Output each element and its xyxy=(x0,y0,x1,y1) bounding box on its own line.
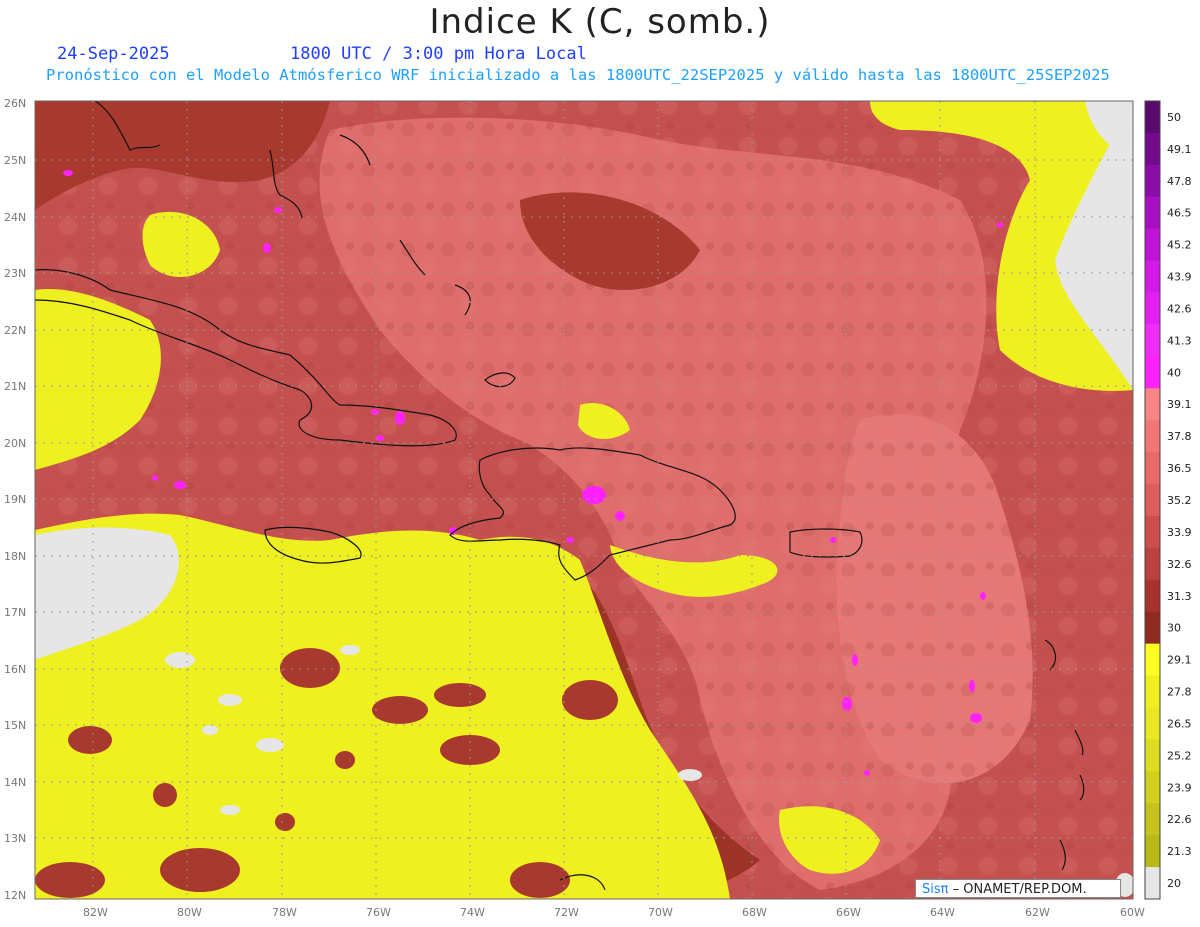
lon-label: 64W xyxy=(930,906,955,919)
colorbar-swatch xyxy=(1145,707,1160,740)
colorbar-swatch xyxy=(1145,292,1160,325)
colorbar-swatch xyxy=(1145,228,1160,262)
lon-label: 82W xyxy=(83,906,108,919)
colorbar-swatch xyxy=(1145,101,1160,134)
lon-label: 70W xyxy=(648,906,673,919)
latitude-labels: 26N 25N 24N 23N 22N 21N 20N 19N 18N 17N … xyxy=(4,97,26,902)
colorbar-swatch xyxy=(1145,835,1160,868)
colorbar-label: 49.1 xyxy=(1167,143,1192,156)
colorbar-label: 37.8 xyxy=(1167,430,1192,443)
colorbar-swatch xyxy=(1145,196,1160,230)
colorbar-label: 39.1 xyxy=(1167,398,1192,411)
colorbar-label: 42.6 xyxy=(1167,302,1192,315)
lat-label: 25N xyxy=(4,154,26,167)
lon-label: 76W xyxy=(366,906,391,919)
lat-label: 16N xyxy=(4,663,26,676)
colorbar-swatch xyxy=(1145,547,1160,581)
colorbar-label: 31.3 xyxy=(1167,590,1192,603)
lon-label: 72W xyxy=(554,906,579,919)
colorbar-label: 27.8 xyxy=(1167,686,1192,699)
lat-label: 13N xyxy=(4,832,26,845)
colorbar-label: 26.5 xyxy=(1167,717,1192,730)
colorbar-swatch xyxy=(1145,132,1160,166)
colorbar-label: 30 xyxy=(1167,622,1181,635)
colorbar: 50 49.1 47.8 46.5 45.2 43.9 42.6 41.3 40 39.1 37.8… xyxy=(1144,100,1192,900)
colorbar-swatch xyxy=(1145,675,1160,708)
lat-label: 23N xyxy=(4,267,26,280)
k-index-map: 26N 25N 24N 23N 22N 21N 20N 19N 18N 17N … xyxy=(4,97,1192,919)
colorbar-label: 36.5 xyxy=(1167,462,1192,475)
colorbar-swatch xyxy=(1145,611,1160,645)
colorbar-label: 40 xyxy=(1167,366,1181,379)
colorbar-swatch xyxy=(1145,643,1160,677)
lon-label: 74W xyxy=(460,906,485,919)
colorbar-label: 23.9 xyxy=(1167,781,1192,794)
colorbar-swatch xyxy=(1145,324,1160,357)
lat-label: 17N xyxy=(4,606,26,619)
lon-label: 62W xyxy=(1025,906,1050,919)
lat-label: 19N xyxy=(4,493,26,506)
colorbar-swatch xyxy=(1145,515,1160,549)
longitude-labels: 82W 80W 78W 76W 74W 72W 70W 68W 66W 64W … xyxy=(83,906,1145,919)
colorbar-label: 43.9 xyxy=(1167,271,1192,284)
lon-label: 80W xyxy=(177,906,202,919)
colorbar-label: 25.2 xyxy=(1167,749,1192,762)
lon-label: 66W xyxy=(836,906,861,919)
colorbar-label: 35.2 xyxy=(1167,494,1192,507)
colorbar-swatch xyxy=(1145,771,1160,804)
lon-label: 68W xyxy=(742,906,767,919)
colorbar-label: 32.6 xyxy=(1167,558,1192,571)
colorbar-label: 47.8 xyxy=(1167,175,1192,188)
colorbar-label: 45.2 xyxy=(1167,239,1192,252)
colorbar-label: 50 xyxy=(1167,111,1181,124)
colorbar-label: 41.3 xyxy=(1167,334,1192,347)
lat-label: 15N xyxy=(4,719,26,732)
colorbar-swatch xyxy=(1145,388,1160,421)
colorbar-swatch xyxy=(1145,484,1160,517)
lat-label: 21N xyxy=(4,380,26,393)
colorbar-label: 29.1 xyxy=(1167,654,1192,667)
lat-label: 12N xyxy=(4,889,26,902)
lat-label: 24N xyxy=(4,211,26,224)
colorbar-label: 21.3 xyxy=(1167,845,1192,858)
map-field xyxy=(35,101,1133,899)
colorbar-swatch xyxy=(1145,356,1160,389)
colorbar-swatch xyxy=(1145,579,1160,613)
colorbar-swatch xyxy=(1145,452,1160,485)
colorbar-label: 20 xyxy=(1167,877,1181,890)
lat-label: 20N xyxy=(4,437,26,450)
credit-box: Sisπ – ONAMET/REP.DOM. xyxy=(915,879,1121,898)
colorbar-swatch xyxy=(1145,420,1160,453)
lat-label: 14N xyxy=(4,776,26,789)
lat-label: 18N xyxy=(4,550,26,563)
colorbar-label: 33.9 xyxy=(1167,526,1192,539)
lon-label: 60W xyxy=(1120,906,1145,919)
colorbar-label: 46.5 xyxy=(1167,207,1192,220)
colorbar-swatch xyxy=(1145,867,1160,900)
sispi-logo: Sisπ xyxy=(922,882,949,897)
lat-label: 26N xyxy=(4,97,26,110)
colorbar-swatch xyxy=(1145,739,1160,772)
colorbar-label: 22.6 xyxy=(1167,813,1192,826)
colorbar-swatch xyxy=(1145,164,1160,198)
colorbar-swatch xyxy=(1145,260,1160,294)
lon-label: 78W xyxy=(272,906,297,919)
credit-text: – ONAMET/REP.DOM. xyxy=(952,882,1087,897)
colorbar-swatch xyxy=(1145,803,1160,836)
lat-label: 22N xyxy=(4,324,26,337)
